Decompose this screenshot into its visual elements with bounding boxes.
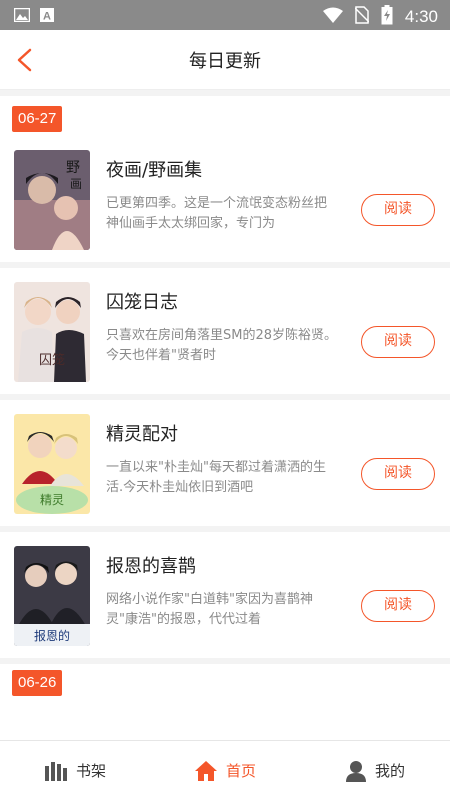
nav-label: 首页 [225,762,256,780]
update-list[interactable]: 06-27 野 画 夜画/野画集 已更第四季。这是一个流氓变态粉丝把神仙画手太太… [0,90,450,740]
comic-description: 一直以来"朴圭灿"每天都过着潇洒的生活.今天朴圭灿依旧到酒吧 [106,460,326,495]
list-item[interactable]: 报恩的 报恩的喜鹊 网络小说作家"白道韩"家因为喜鹊神灵"康浩"的报恩，代代过着… [0,532,450,664]
comic-description: 已更第四季。这是一个流氓变态粉丝把神仙画手太太绑回家，专门为 [106,196,328,231]
date-badge: 06-27 [12,106,63,132]
nav-label: 我的 [374,762,405,780]
status-time: 4:30 [404,7,438,26]
read-button[interactable]: 阅读 [361,326,435,358]
comic-title[interactable]: 囚笼日志 [106,288,178,314]
svg-text:精灵: 精灵 [40,493,64,507]
bookshelf-icon [44,761,67,781]
date-header: 06-26 [0,664,450,710]
svg-text:野: 野 [66,160,80,176]
date-header: 06-27 [0,96,450,136]
nav-label: 书架 [75,762,106,780]
date-badge: 06-26 [12,670,63,696]
page-title: 每日更新 [189,51,261,72]
read-button[interactable]: 阅读 [361,194,435,226]
svg-text:报恩的: 报恩的 [34,628,70,643]
comic-cover[interactable]: 报恩的 [14,546,90,646]
home-icon [194,760,217,781]
comic-description: 只喜欢在房间角落里SM的28岁陈裕贤。 今天也伴着"贤者时 [106,328,338,363]
comic-title[interactable]: 报恩的喜鹊 [106,552,196,578]
comic-title[interactable]: 精灵配对 [106,420,178,446]
nav-bookshelf[interactable]: 书架 [0,741,150,800]
comic-cover[interactable]: 野 画 [14,150,90,250]
svg-text:囚笼: 囚笼 [39,352,65,368]
comic-cover[interactable]: 囚笼 [14,282,90,382]
bottom-nav: 书架 首页 我的 [0,740,450,800]
list-item[interactable]: 囚笼 囚笼日志 只喜欢在房间角落里SM的28岁陈裕贤。 今天也伴着"贤者时 阅读 [0,268,450,400]
status-bar: A 4:30 [0,0,450,30]
battery-icon [381,5,393,29]
nav-home[interactable]: 首页 [150,741,300,800]
a-notification-icon: A [40,7,54,26]
read-button[interactable]: 阅读 [361,590,435,622]
list-item[interactable]: 精灵 精灵配对 一直以来"朴圭灿"每天都过着潇洒的生活.今天朴圭灿依旧到酒吧 阅… [0,400,450,532]
list-item[interactable]: 野 画 夜画/野画集 已更第四季。这是一个流氓变态粉丝把神仙画手太太绑回家，专门… [0,136,450,268]
svg-text:A: A [43,11,51,23]
comic-cover[interactable]: 精灵 [14,414,90,514]
svg-text:画: 画 [70,177,82,191]
read-button[interactable]: 阅读 [361,458,435,490]
comic-title[interactable]: 夜画/野画集 [106,156,202,182]
header: 每日更新 [0,30,450,90]
profile-icon [345,760,366,782]
wifi-icon [322,7,343,27]
image-icon [13,7,31,26]
comic-description: 网络小说作家"白道韩"家因为喜鹊神灵"康浩"的报恩，代代过着 [106,592,313,627]
nav-profile[interactable]: 我的 [300,741,450,800]
no-sim-icon [354,6,370,28]
